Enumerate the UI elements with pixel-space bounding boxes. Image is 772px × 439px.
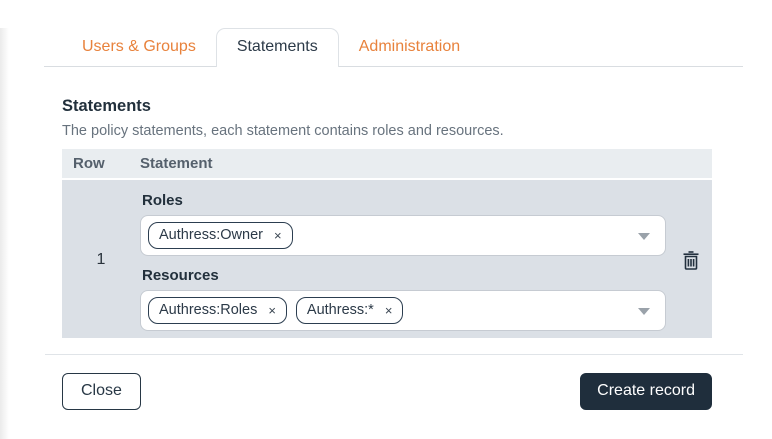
resource-tag: Authress:* ×	[295, 297, 404, 324]
roles-label: Roles	[142, 192, 183, 209]
tab-administration[interactable]: Administration	[339, 29, 480, 66]
table-header-row: Row Statement	[62, 149, 712, 178]
row-number: 1	[96, 251, 106, 268]
delete-row-button[interactable]	[683, 250, 699, 270]
resources-multiselect[interactable]: Authress:Roles × Authress:* ×	[140, 290, 666, 331]
close-button[interactable]: Close	[62, 373, 141, 410]
column-header-row: Row	[73, 155, 105, 172]
create-record-button[interactable]: Create record	[580, 373, 712, 410]
role-tag-label: Authress:Owner	[159, 227, 263, 243]
tab-users-groups[interactable]: Users & Groups	[62, 29, 216, 66]
statement-fields: Roles Authress:Owner × Resources Authres…	[140, 189, 666, 331]
page-title: Statements	[62, 97, 151, 115]
role-tag: Authress:Owner ×	[148, 222, 293, 249]
table-row: 1 Roles Authress:Owner × Resources Authr…	[62, 180, 712, 338]
resource-tag: Authress:Roles ×	[148, 297, 287, 324]
remove-tag-icon[interactable]: ×	[274, 229, 282, 242]
chevron-down-icon[interactable]	[638, 308, 650, 315]
tab-bar: Users & Groups Statements Administration	[44, 28, 743, 67]
column-header-statement: Statement	[140, 155, 213, 172]
footer-actions: Close Create record	[62, 373, 712, 410]
row-actions	[670, 189, 712, 331]
remove-tag-icon[interactable]: ×	[385, 304, 393, 317]
panel-left-shadow	[0, 28, 9, 439]
tab-statements[interactable]: Statements	[215, 28, 339, 67]
section-description: The policy statements, each statement co…	[62, 123, 504, 139]
statements-table: Row Statement 1 Roles Authress:Owner × R…	[62, 149, 712, 338]
resource-tag-label: Authress:Roles	[159, 302, 258, 318]
trash-icon	[683, 250, 699, 270]
statements-section: Statements The policy statements, each s…	[62, 97, 712, 338]
footer-divider	[45, 354, 743, 355]
roles-multiselect[interactable]: Authress:Owner ×	[140, 215, 666, 256]
resources-label: Resources	[142, 267, 219, 284]
remove-tag-icon[interactable]: ×	[268, 304, 276, 317]
resource-tag-label: Authress:*	[306, 302, 374, 318]
chevron-down-icon[interactable]	[638, 233, 650, 240]
